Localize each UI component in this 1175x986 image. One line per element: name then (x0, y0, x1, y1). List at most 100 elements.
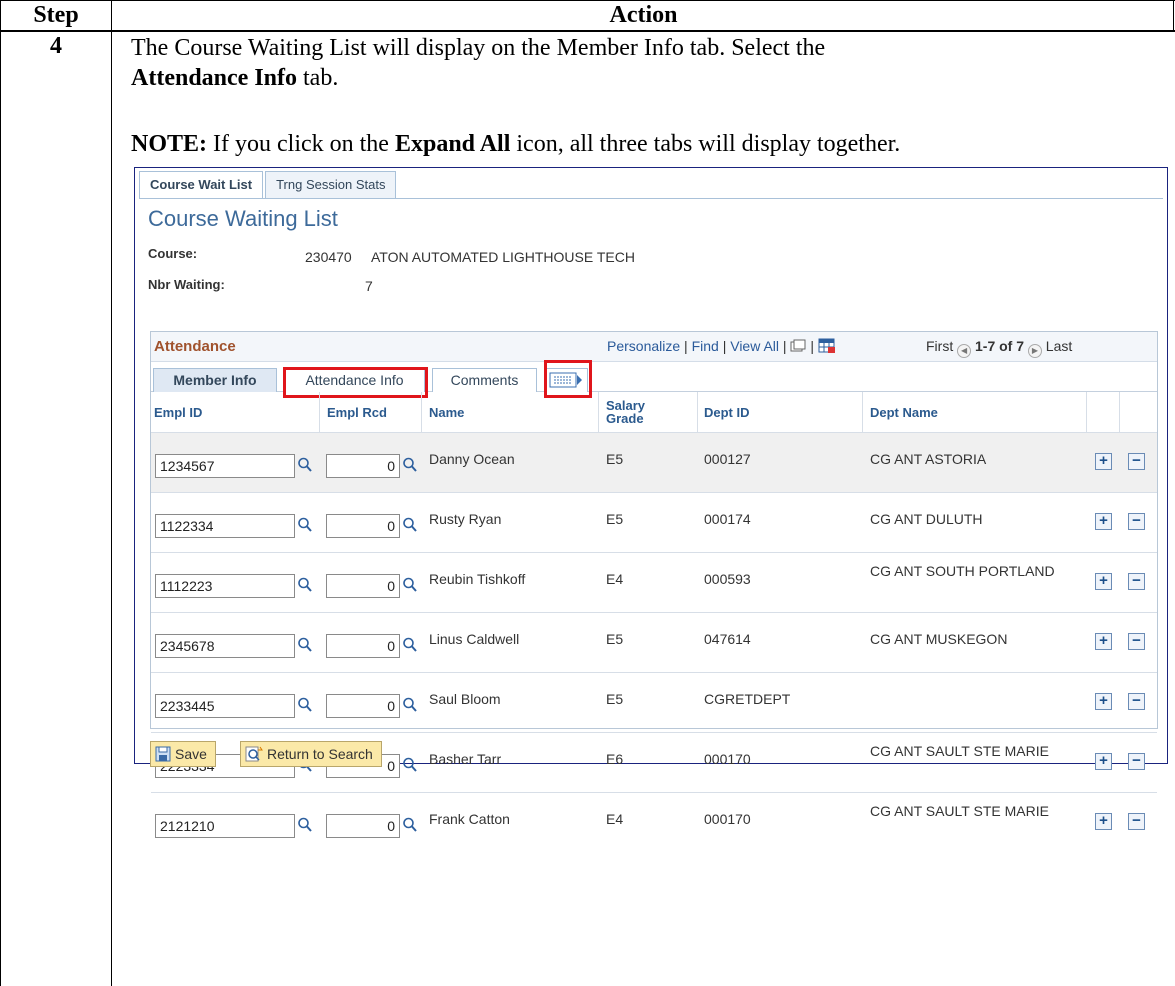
empl-id-input[interactable]: 1122334 (155, 514, 295, 538)
tab-member-info[interactable]: Member Info (153, 368, 277, 392)
return-search-icon (245, 746, 263, 762)
empl-rcd-lookup-icon[interactable] (402, 636, 418, 654)
name-cell: Linus Caldwell (429, 631, 520, 647)
tab-comments[interactable]: Comments (432, 368, 537, 392)
empl-rcd-input[interactable]: 0 (326, 454, 400, 478)
personalize-link[interactable]: Personalize (607, 338, 680, 354)
save-label: Save (175, 746, 207, 762)
empl-rcd-lookup-icon[interactable] (402, 516, 418, 534)
delete-row-icon[interactable]: − (1128, 513, 1145, 530)
grid-title: Attendance (154, 338, 236, 355)
course-label: Course: (148, 246, 198, 261)
empl-rcd-lookup-icon[interactable] (402, 456, 418, 474)
note-part-1: If you click on the (207, 131, 395, 157)
empl-id-lookup-icon[interactable] (297, 516, 313, 534)
waiting-label: Nbr Waiting: (148, 277, 225, 292)
waiting-count: 7 (365, 278, 373, 294)
dept-name-cell: CG ANT SOUTH PORTLAND (870, 563, 1055, 579)
add-row-icon[interactable]: + (1095, 453, 1112, 470)
previous-arrow-icon[interactable]: ◀ (957, 344, 972, 358)
dept-id-cell: 000170 (704, 811, 751, 827)
grid-header: Attendance Personalize | Find | View All… (151, 332, 1157, 362)
tab-trng-session-stats[interactable]: Trng Session Stats (265, 171, 397, 198)
attendance-grid: Attendance Personalize | Find | View All… (150, 331, 1158, 838)
add-row-icon[interactable]: + (1095, 573, 1112, 590)
grade-cell: E5 (606, 451, 624, 467)
new-window-icon[interactable] (790, 339, 806, 353)
table-row: 1112223 0 Reubin Tishkoff E4 000593 CG ANT SO… (151, 552, 1157, 612)
grade-cell: E4 (606, 811, 624, 827)
empl-id-lookup-icon[interactable] (297, 696, 313, 714)
add-row-icon[interactable]: + (1095, 513, 1112, 530)
empl-id-input[interactable]: 1112223 (155, 574, 295, 598)
note-label: NOTE: (131, 131, 208, 157)
empl-rcd-input[interactable]: 0 (326, 574, 400, 598)
add-row-icon[interactable]: + (1095, 813, 1112, 830)
note-bold: Expand All (394, 131, 511, 157)
save-button[interactable]: Save (150, 741, 216, 767)
dept-name-cell: CG ANT SAULT STE MARIE (870, 743, 1049, 759)
pager-last[interactable]: Last (1046, 338, 1072, 354)
pager-first[interactable]: First (926, 338, 953, 354)
view-all-link[interactable]: View All (730, 338, 779, 354)
course-number: 230470 (305, 249, 352, 265)
col-empl-id: Empl ID (154, 404, 203, 420)
empl-id-lookup-icon[interactable] (297, 636, 313, 654)
grade-cell: E4 (606, 571, 624, 587)
name-cell: Reubin Tishkoff (429, 571, 526, 587)
pager: First ◀ 1-7 of 7 ▶ Last (926, 338, 1072, 358)
empl-rcd-input[interactable]: 0 (326, 694, 400, 718)
col-name: Name (429, 404, 465, 420)
empl-rcd-lookup-icon[interactable] (402, 696, 418, 714)
header-action: Action (609, 2, 678, 28)
delete-row-icon[interactable]: − (1128, 813, 1145, 830)
grade-cell: E6 (606, 751, 624, 767)
tab-divider (139, 198, 1163, 199)
empl-rcd-input[interactable]: 0 (326, 634, 400, 658)
dept-name-cell: CG ANT DULUTH (870, 511, 983, 527)
dept-id-cell: 047614 (704, 631, 751, 647)
grade-cell: E5 (606, 691, 624, 707)
instruction-part-1: The Course Waiting List will display on … (131, 35, 826, 61)
find-link[interactable]: Find (692, 338, 719, 354)
header-step: Step (33, 2, 79, 28)
delete-row-icon[interactable]: − (1128, 753, 1145, 770)
delete-row-icon[interactable]: − (1128, 453, 1145, 470)
peoplesoft-screenshot: Course Wait List Trng Session Stats Cour… (134, 167, 1168, 838)
add-row-icon[interactable]: + (1095, 693, 1112, 710)
empl-id-input[interactable]: 2233445 (155, 694, 295, 718)
download-spreadsheet-icon[interactable] (818, 338, 836, 354)
next-arrow-icon[interactable]: ▶ (1027, 344, 1042, 358)
empl-id-input[interactable]: 2345678 (155, 634, 295, 658)
table-row: 1234567 0 Danny Ocean E5 000127 CG ANT ASTORI… (151, 432, 1157, 492)
empl-rcd-lookup-icon[interactable] (402, 576, 418, 594)
delete-row-icon[interactable]: − (1128, 633, 1145, 650)
page-title: Course Waiting List (148, 206, 338, 231)
grid-nav: Personalize | Find | View All | | (607, 338, 836, 354)
col-empl-rcd: Empl Rcd (327, 404, 387, 420)
empl-rcd-input[interactable]: 0 (326, 814, 400, 838)
add-row-icon[interactable]: + (1095, 633, 1112, 650)
empl-rcd-lookup-icon[interactable] (402, 816, 418, 834)
table-row: 2233445 0 Saul Bloom E5 CGRETDEPT + − (151, 672, 1157, 732)
dept-name-cell: CG ANT MUSKEGON (870, 631, 1008, 647)
save-icon (155, 746, 171, 762)
add-row-icon[interactable]: + (1095, 753, 1112, 770)
empl-id-input[interactable]: 1234567 (155, 454, 295, 478)
return-label: Return to Search (267, 746, 373, 762)
course-name: ATON AUTOMATED LIGHTHOUSE TECH (371, 249, 635, 265)
name-cell: Basher Tarr (429, 751, 502, 767)
empl-id-lookup-icon[interactable] (297, 456, 313, 474)
empl-rcd-input[interactable]: 0 (326, 514, 400, 538)
empl-rcd-lookup-icon[interactable] (402, 756, 418, 774)
empl-id-lookup-icon[interactable] (297, 576, 313, 594)
delete-row-icon[interactable]: − (1128, 693, 1145, 710)
empl-id-lookup-icon[interactable] (297, 816, 313, 834)
dept-name-cell: CG ANT ASTORIA (870, 451, 987, 467)
empl-id-input[interactable]: 2121210 (155, 814, 295, 838)
return-to-search-button[interactable]: Return to Search (240, 741, 382, 767)
table-row: 2121210 0 Frank Catton E4 000170 CG ANT SAULT… (151, 792, 1157, 852)
tab-course-wait-list[interactable]: Course Wait List (139, 171, 264, 198)
delete-row-icon[interactable]: − (1128, 573, 1145, 590)
col-dept-id: Dept ID (704, 404, 750, 420)
